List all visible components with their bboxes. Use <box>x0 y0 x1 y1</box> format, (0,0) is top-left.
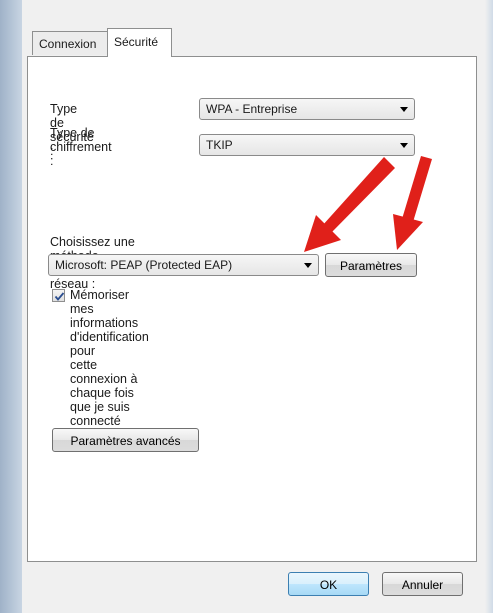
tab-securite-label: Sécurité <box>114 35 159 49</box>
tab-securite[interactable]: Sécurité <box>107 28 172 57</box>
cancel-button[interactable]: Annuler <box>382 572 463 596</box>
remember-credentials-checkbox[interactable] <box>52 289 65 302</box>
encryption-type-select[interactable]: TKIP <box>199 134 415 156</box>
ok-button[interactable]: OK <box>288 572 369 596</box>
tab-connexion-label: Connexion <box>39 37 97 51</box>
window-left-border <box>0 0 22 613</box>
remember-line2: cette connexion à chaque fois que je sui… <box>70 358 138 428</box>
remember-line1: Mémoriser mes informations d'identificat… <box>70 288 149 358</box>
auth-method-value: Microsoft: PEAP (Protected EAP) <box>55 258 233 272</box>
dialog-window: Connexion Sécurité Type de sécurité : WP… <box>0 0 493 613</box>
checkmark-icon <box>54 292 65 301</box>
remember-credentials-label: Mémoriser mes informations d'identificat… <box>70 288 149 428</box>
security-type-select[interactable]: WPA - Entreprise <box>199 98 415 120</box>
encryption-label-line2: chiffrement : <box>50 140 112 168</box>
auth-settings-button[interactable]: Paramètres <box>325 253 417 277</box>
encryption-label-line1: Type de <box>50 126 95 140</box>
tab-connexion[interactable]: Connexion <box>32 31 108 55</box>
chevron-down-icon <box>304 263 312 268</box>
advanced-settings-button[interactable]: Paramètres avancés <box>52 428 199 452</box>
chevron-down-icon <box>400 143 408 148</box>
window-right-border <box>485 0 493 613</box>
auth-method-select[interactable]: Microsoft: PEAP (Protected EAP) <box>48 254 319 276</box>
encryption-type-value: TKIP <box>206 138 233 152</box>
encryption-type-label: Type de chiffrement : <box>50 126 112 168</box>
security-type-value: WPA - Entreprise <box>206 102 298 116</box>
chevron-down-icon <box>400 107 408 112</box>
